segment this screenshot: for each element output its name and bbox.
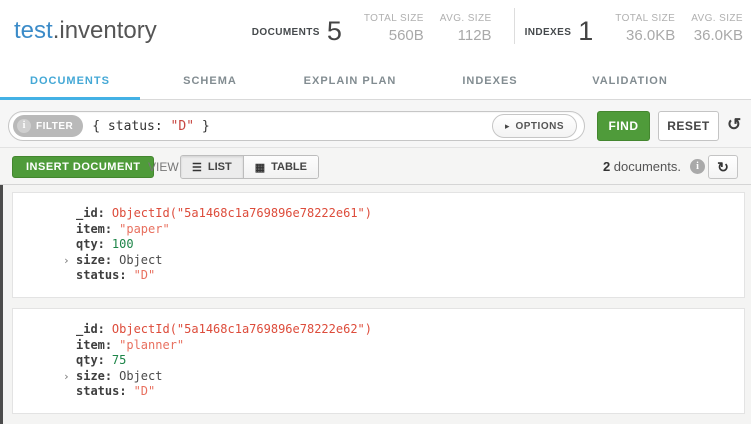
field-row-item: item: "paper"	[63, 222, 734, 238]
tab-documents[interactable]: DOCUMENTS	[0, 62, 140, 100]
expand-caret-icon[interactable]: ›	[63, 253, 76, 269]
sidebar-edge	[0, 185, 3, 424]
options-button[interactable]: ▸ OPTIONS	[492, 114, 577, 138]
filter-badge: i FILTER	[13, 115, 83, 137]
view-label: VIEW	[148, 160, 179, 174]
refresh-documents-button[interactable]: ↻	[708, 155, 738, 179]
field-value: Object	[119, 253, 162, 269]
field-row-size: › size: Object	[63, 369, 734, 385]
indexes-stat-label: INDEXES	[525, 27, 572, 44]
field-key: qty:	[76, 353, 105, 369]
field-value: "D"	[134, 384, 156, 400]
database-name: test	[14, 17, 53, 44]
collection-tabs: DOCUMENTS SCHEMA EXPLAIN PLAN INDEXES VA…	[0, 62, 751, 100]
options-button-label: OPTIONS	[515, 121, 564, 132]
field-row-id: _id: ObjectId("5a1468c1a769896e78222e61"…	[63, 206, 734, 222]
collection-stats: DOCUMENTS 5 TOTAL SIZE 560B AVG. SIZE 11…	[252, 8, 743, 54]
tab-explain-plan[interactable]: EXPLAIN PLAN	[280, 62, 420, 100]
field-row-status: status: "D"	[63, 268, 734, 284]
list-view-button[interactable]: ☰ LIST	[181, 156, 243, 178]
find-button[interactable]: FIND	[597, 111, 650, 141]
tab-validation[interactable]: VALIDATION	[560, 62, 700, 100]
field-key: _id:	[76, 322, 105, 338]
field-row-id: _id: ObjectId("5a1468c1a769896e78222e62"…	[63, 322, 734, 338]
field-row-item: item: "planner"	[63, 338, 734, 354]
field-row-size: › size: Object	[63, 253, 734, 269]
field-value: "D"	[134, 268, 156, 284]
field-key: size:	[76, 369, 112, 385]
collection-name: .inventory	[53, 17, 157, 44]
query-bar: i FILTER { status: "D" } ▸ OPTIONS FIND …	[0, 100, 751, 148]
collection-header: test.inventory DOCUMENTS 5 TOTAL SIZE 56…	[0, 0, 751, 62]
documents-total-size: TOTAL SIZE 560B	[364, 13, 424, 44]
field-key: item:	[76, 222, 112, 238]
tab-schema[interactable]: SCHEMA	[140, 62, 280, 100]
filter-info-icon: i	[17, 119, 31, 133]
indexes-avg-size: AVG. SIZE 36.0KB	[691, 13, 743, 44]
field-row-qty: qty: 75	[63, 353, 734, 369]
options-caret-icon: ▸	[505, 121, 510, 132]
field-key: _id:	[76, 206, 105, 222]
view-switcher: ☰ LIST ▦ TABLE	[180, 155, 319, 179]
stats-divider	[514, 8, 515, 44]
documents-toolbar: INSERT DOCUMENT VIEW ☰ LIST ▦ TABLE 2 do…	[0, 148, 751, 185]
table-view-icon: ▦	[255, 161, 265, 174]
field-row-qty: qty: 100	[63, 237, 734, 253]
query-history-icon[interactable]: ↺	[727, 115, 741, 135]
field-value: 100	[112, 237, 134, 253]
document-card[interactable]: _id: ObjectId("5a1468c1a769896e78222e62"…	[12, 308, 745, 414]
indexes-count: 1	[578, 18, 593, 44]
field-key: size:	[76, 253, 112, 269]
filter-badge-label: FILTER	[36, 121, 73, 132]
field-key: qty:	[76, 237, 105, 253]
count-info-icon[interactable]: i	[690, 159, 705, 174]
page-title: test.inventory	[14, 17, 157, 45]
field-value: "paper"	[119, 222, 170, 238]
document-count: 2 documents.	[603, 159, 681, 174]
field-value: ObjectId("5a1468c1a769896e78222e61")	[112, 206, 372, 222]
field-value: "planner"	[119, 338, 184, 354]
document-list: _id: ObjectId("5a1468c1a769896e78222e61"…	[0, 185, 751, 424]
field-value: Object	[119, 369, 162, 385]
documents-count: 5	[327, 18, 342, 44]
filter-query-text[interactable]: { status: "D" }	[92, 119, 492, 134]
field-value: 75	[112, 353, 126, 369]
tab-indexes[interactable]: INDEXES	[420, 62, 560, 100]
insert-document-button[interactable]: INSERT DOCUMENT	[12, 156, 154, 178]
documents-stat-label: DOCUMENTS	[252, 27, 320, 44]
indexes-total-size: TOTAL SIZE 36.0KB	[615, 13, 675, 44]
reset-button[interactable]: RESET	[658, 111, 719, 141]
document-card[interactable]: _id: ObjectId("5a1468c1a769896e78222e61"…	[12, 192, 745, 298]
table-view-label: TABLE	[271, 161, 307, 173]
field-key: status:	[76, 384, 127, 400]
query-string-value: "D"	[171, 119, 194, 134]
field-value: ObjectId("5a1468c1a769896e78222e62")	[112, 322, 372, 338]
field-key: status:	[76, 268, 127, 284]
expand-caret-icon[interactable]: ›	[63, 369, 76, 385]
list-view-icon: ☰	[192, 161, 202, 174]
refresh-icon: ↻	[717, 159, 729, 176]
filter-input[interactable]: i FILTER { status: "D" } ▸ OPTIONS	[8, 111, 585, 141]
field-row-status: status: "D"	[63, 384, 734, 400]
list-view-label: LIST	[208, 161, 232, 173]
field-key: item:	[76, 338, 112, 354]
table-view-button[interactable]: ▦ TABLE	[243, 156, 318, 178]
documents-avg-size: AVG. SIZE 112B	[440, 13, 492, 44]
